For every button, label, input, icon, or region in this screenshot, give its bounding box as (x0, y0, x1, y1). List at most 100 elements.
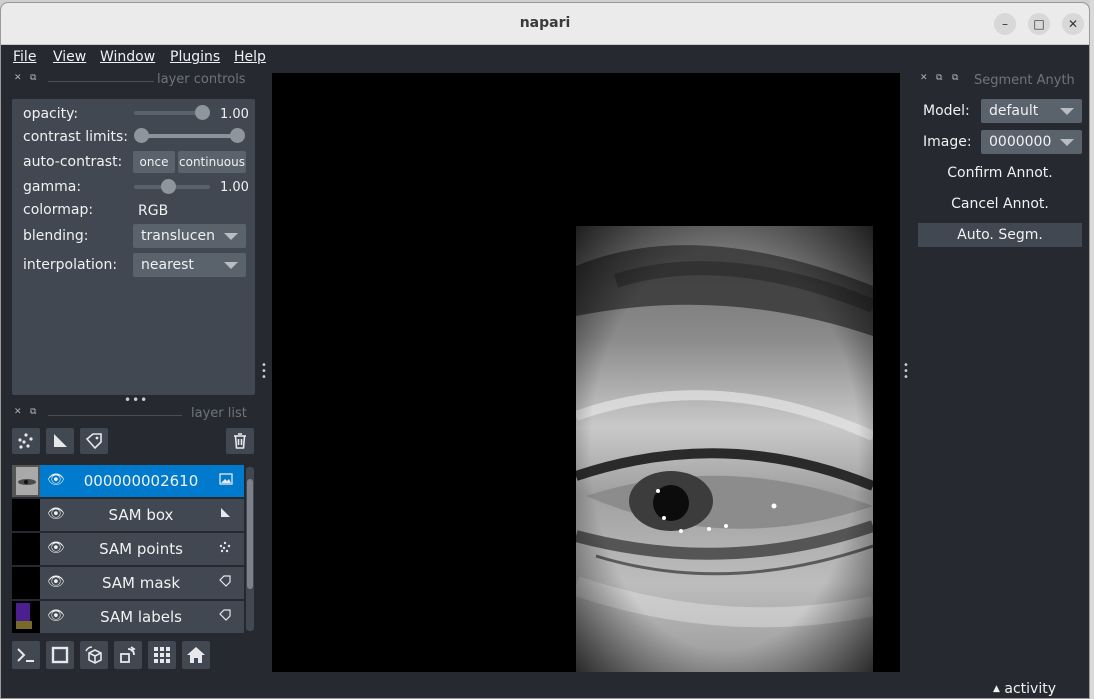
gamma-label: gamma: (23, 179, 82, 195)
image-label: Image: (923, 134, 972, 150)
close-dock-icon[interactable]: ✕ (14, 73, 22, 83)
opacity-label: opacity: (23, 106, 79, 122)
gamma-slider-handle[interactable] (161, 179, 176, 194)
transpose-button[interactable] (114, 641, 142, 669)
auto-segmentation-button[interactable]: Auto. Segm. (918, 223, 1082, 247)
layer-thumbnail (12, 601, 40, 633)
layer-name: SAM box (108, 506, 174, 524)
chevron-down-icon (1060, 108, 1074, 115)
chevron-down-icon (1060, 139, 1074, 146)
layer-row-sam-labels[interactable]: 👁 SAM labels (12, 601, 244, 633)
square-icon (51, 646, 69, 664)
contrast-min-handle[interactable] (134, 128, 149, 143)
menu-file[interactable]: File (13, 49, 36, 65)
visibility-eye-icon[interactable]: 👁 (47, 540, 65, 556)
terminal-icon (17, 648, 34, 662)
layer-list-scrollbar[interactable] (246, 467, 254, 631)
layer-thumbnail (12, 533, 40, 565)
shape-icon (219, 507, 231, 522)
trash-icon (234, 433, 246, 449)
auto-contrast-once-button[interactable]: once (133, 151, 175, 173)
blending-dropdown[interactable]: translucen (133, 224, 246, 248)
layer-controls-header: ✕ ⧉ layer controls (12, 72, 255, 90)
layer-thumbnail (12, 465, 40, 497)
float-dock-icon[interactable]: ⧉ (936, 73, 942, 83)
layer-list-title: layer list (191, 406, 247, 421)
segment-anything-title: Segment Anyth (974, 73, 1075, 88)
float-dock-icon[interactable]: ⧉ (30, 407, 36, 417)
layer-name: SAM labels (100, 608, 182, 626)
reset-view-button[interactable] (182, 641, 210, 669)
interpolation-dropdown[interactable]: nearest (133, 253, 246, 277)
layer-list: 👁 000000002610 👁 SAM box 👁 SAM points 👁 (12, 465, 244, 633)
toggle-ndisplay-button[interactable] (46, 641, 74, 669)
confirm-annotation-button[interactable]: Confirm Annot. (918, 161, 1082, 185)
left-dock-splitter[interactable]: • • • (261, 361, 268, 383)
layer-thumbnail (12, 567, 40, 599)
menu-plugins[interactable]: Plugins (170, 49, 220, 65)
layer-row-sam-points[interactable]: 👁 SAM points (12, 533, 244, 565)
new-labels-layer-button[interactable] (80, 428, 108, 454)
window-title: napari (519, 15, 571, 31)
grid-view-button[interactable] (148, 641, 176, 669)
eye-image-content (576, 226, 873, 672)
roll-dimensions-button[interactable] (80, 641, 108, 669)
background-window-edge (1090, 0, 1094, 699)
console-button[interactable] (12, 641, 40, 669)
layer-list-header: ✕ ⧉ layer list (12, 406, 255, 424)
opacity-slider-handle[interactable] (195, 105, 210, 120)
minimize-button[interactable]: – (994, 13, 1016, 35)
menu-bar: File View Window Plugins Help (1, 45, 1089, 71)
contrast-max-handle[interactable] (230, 128, 245, 143)
visibility-eye-icon[interactable]: 👁 (47, 472, 65, 488)
shape-icon (54, 434, 67, 447)
layer-controls-panel: opacity: 1.00 contrast limits: auto-cont… (12, 99, 255, 395)
right-dock-splitter[interactable]: • • • (903, 361, 910, 383)
chevron-down-icon (224, 233, 238, 240)
colormap-value: RGB (138, 203, 169, 219)
float-dock-icon[interactable]: ⧉ (952, 73, 958, 83)
maximize-button[interactable]: □ (1028, 13, 1050, 35)
segment-anything-header: ✕ ⧉ ⧉ Segment Anyth (918, 72, 1083, 90)
colormap-label: colormap: (23, 202, 94, 218)
activity-button[interactable]: ▲ activity (993, 681, 1056, 697)
menu-help[interactable]: Help (234, 49, 266, 65)
caret-up-icon: ▲ (993, 684, 1000, 694)
new-shapes-layer-button[interactable] (46, 428, 74, 454)
interpolation-label: interpolation: (23, 257, 118, 273)
home-icon (187, 647, 205, 663)
cancel-annotation-button[interactable]: Cancel Annot. (918, 192, 1082, 216)
layer-row-sam-box[interactable]: 👁 SAM box (12, 499, 244, 531)
label-icon (219, 609, 231, 624)
auto-contrast-continuous-button[interactable]: continuous (178, 151, 246, 173)
visibility-eye-icon[interactable]: 👁 (47, 608, 65, 624)
menu-window[interactable]: Window (100, 49, 155, 65)
napari-window: napari – □ ✕ File View Window Plugins He… (0, 2, 1090, 699)
close-button[interactable]: ✕ (1062, 13, 1084, 35)
close-dock-icon[interactable]: ✕ (14, 407, 22, 417)
visibility-eye-icon[interactable]: 👁 (47, 574, 65, 590)
grid-icon (154, 647, 170, 663)
contrast-limits-slider[interactable] (141, 134, 237, 138)
label-icon (219, 575, 231, 590)
points-icon (219, 541, 231, 556)
model-dropdown[interactable]: default (981, 99, 1082, 123)
dock-splitter-handle[interactable]: ••• (124, 393, 148, 407)
eye-image (576, 226, 873, 672)
layer-row-image[interactable]: 👁 000000002610 (12, 465, 244, 497)
new-points-layer-button[interactable] (12, 428, 40, 454)
layer-name: 000000002610 (83, 472, 199, 490)
layer-controls-title: layer controls (157, 72, 246, 87)
chevron-down-icon (224, 262, 238, 269)
layer-row-sam-mask[interactable]: 👁 SAM mask (12, 567, 244, 599)
label-icon (85, 433, 102, 450)
image-dropdown[interactable]: 0000000 (981, 130, 1082, 154)
opacity-value: 1.00 (220, 107, 249, 122)
menu-view[interactable]: View (53, 49, 86, 65)
points-icon (18, 433, 33, 449)
viewer-canvas[interactable] (272, 73, 900, 672)
close-dock-icon[interactable]: ✕ (920, 73, 928, 83)
float-dock-icon[interactable]: ⧉ (30, 73, 36, 83)
delete-layer-button[interactable] (226, 428, 254, 454)
visibility-eye-icon[interactable]: 👁 (47, 506, 65, 522)
